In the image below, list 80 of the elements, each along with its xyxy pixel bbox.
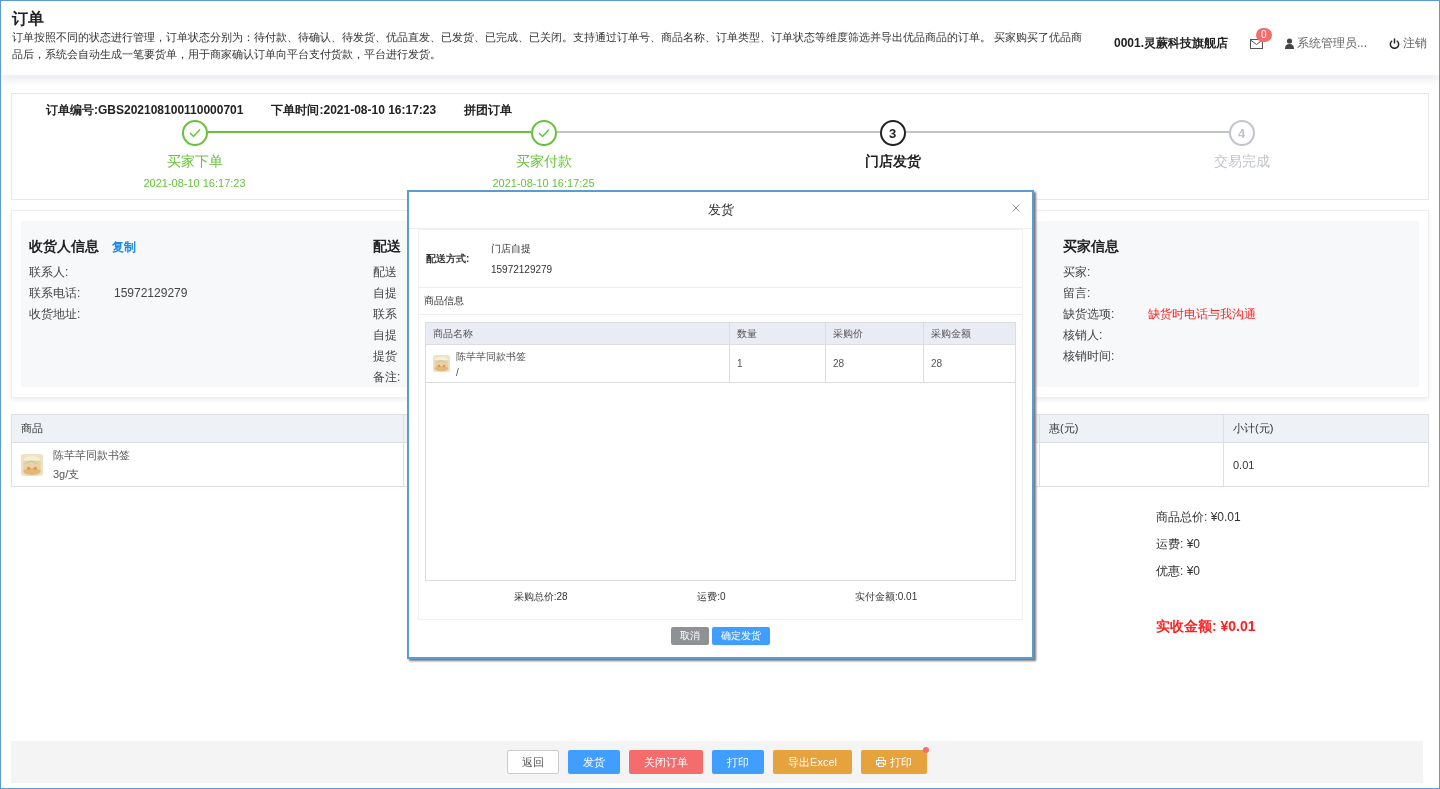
printer-icon bbox=[875, 757, 886, 767]
field-value: 门店自提 bbox=[491, 242, 532, 256]
action-button[interactable]: 发货 bbox=[568, 750, 621, 774]
step-marker: 4 bbox=[1228, 120, 1255, 146]
logout-link[interactable]: 注销 bbox=[1403, 35, 1427, 52]
table-cell: 28 bbox=[833, 358, 845, 369]
field-label: 联系 bbox=[373, 306, 397, 323]
column-header: 采购金额 bbox=[930, 326, 972, 341]
product-name: 陈芊芊同款书签 bbox=[456, 349, 526, 364]
total-line: 运费:0 bbox=[697, 590, 726, 604]
total-amount: 实收金额: ¥0.01 bbox=[1156, 618, 1256, 636]
column-header: 数量 bbox=[730, 323, 826, 344]
dialog-button[interactable]: 取消 bbox=[671, 627, 709, 645]
page-description: 订单按照不同的状态进行管理，订单状态分别为：待付款、待确认、待发货、优品直发、已发货、已完成、已关闭。支持通过订单号、商品名称、订单类型、订单状态等维度筛选并导出优品商品的订单。 买家购买了优品商品后，系统会自动生成一笔要货单，用于商家确认订单向平台支付货款，平台进行发货。 bbox=[12, 30, 1084, 62]
order-type: 拼团订单 bbox=[464, 102, 513, 119]
step-label: 交易完成 bbox=[1213, 153, 1270, 171]
dialog-title: 发货 bbox=[707, 201, 734, 219]
step-time: 2021-08-10 16:17:23 bbox=[143, 177, 246, 189]
total-line: 采购总价:28 bbox=[513, 590, 568, 604]
field-label: 配送方式: bbox=[426, 251, 471, 266]
column-header: 商品 bbox=[12, 415, 404, 442]
section-title: 收货人信息 bbox=[29, 238, 99, 256]
field-label: 自提 bbox=[373, 285, 397, 302]
field-label: 核销人: bbox=[1063, 327, 1103, 344]
order-time: 下单时间:2021-08-10 16:17:23 bbox=[271, 102, 437, 119]
field-label: 买家: bbox=[1063, 264, 1091, 281]
field-label: 提货 bbox=[373, 348, 397, 365]
order-number: 订单编号:GBS202108100110000701 bbox=[46, 102, 244, 119]
field-label: 配送 bbox=[373, 264, 397, 281]
column-header: 惠(元) bbox=[1040, 415, 1224, 442]
product-name: 陈芊芊同款书签 bbox=[53, 447, 130, 463]
field-label: 联系电话: bbox=[29, 285, 81, 302]
dialog-button[interactable]: 确定发货 bbox=[712, 627, 770, 645]
field-label: 收货地址: bbox=[29, 306, 81, 323]
product-spec: 3g/支 bbox=[53, 466, 81, 482]
section-title: 商品信息 bbox=[419, 288, 1022, 315]
section-title: 配送 bbox=[373, 238, 401, 256]
table-cell: 28 bbox=[931, 358, 943, 369]
field-label: 核销时间: bbox=[1063, 348, 1115, 365]
field-value: 15972129279 bbox=[114, 285, 188, 302]
page-title: 订单 bbox=[12, 9, 45, 29]
field-label: 留言: bbox=[1063, 285, 1091, 302]
step-marker: 3 bbox=[879, 120, 906, 146]
check-icon bbox=[537, 128, 550, 138]
field-label: 联系人: bbox=[29, 264, 69, 281]
mail-icon[interactable] bbox=[1250, 38, 1263, 49]
action-button[interactable]: 返回 bbox=[507, 750, 560, 774]
power-icon[interactable] bbox=[1389, 38, 1400, 49]
action-button[interactable]: 导出Excel bbox=[773, 750, 852, 774]
shop-name: 0001.灵蕨科技旗舰店 bbox=[1113, 35, 1228, 52]
field-label: 自提 bbox=[373, 327, 397, 344]
action-button[interactable]: 关闭订单 bbox=[629, 750, 704, 774]
summary-line: 优惠: ¥0 bbox=[1156, 563, 1200, 580]
check-icon bbox=[188, 128, 201, 138]
action-button[interactable]: 打印 bbox=[712, 750, 765, 774]
field-value: 缺货时电话与我沟通 bbox=[1148, 306, 1256, 323]
column-header: 商品名称 bbox=[426, 323, 730, 344]
field-label: 备注: bbox=[373, 369, 401, 386]
copy-link[interactable]: 复制 bbox=[112, 238, 136, 256]
column-header: 小计(元) bbox=[1232, 421, 1275, 436]
column-header: 采购价 bbox=[826, 323, 924, 344]
table-cell: 1 bbox=[737, 358, 743, 369]
step-time: 2021-08-10 16:17:25 bbox=[492, 177, 595, 189]
table-cell: 0.01 bbox=[1233, 458, 1255, 471]
step-label: 门店发货 bbox=[864, 153, 921, 171]
message-count: 0 bbox=[1256, 28, 1272, 42]
total-line: 实付金额:0.01 bbox=[855, 590, 918, 604]
action-button[interactable]: 打印 bbox=[860, 750, 927, 774]
product-spec: / bbox=[456, 366, 460, 378]
summary-line: 运费: ¥0 bbox=[1156, 536, 1200, 553]
summary-line: 商品总价: ¥0.01 bbox=[1156, 509, 1241, 526]
notification-dot bbox=[922, 747, 929, 753]
close-button[interactable] bbox=[1012, 204, 1020, 212]
user-name[interactable]: 系统管理员... bbox=[1297, 35, 1367, 52]
step-label: 买家下单 bbox=[166, 153, 223, 171]
field-label: 缺货选项: bbox=[1063, 306, 1115, 323]
field-value: 15972129279 bbox=[491, 264, 553, 275]
user-icon bbox=[1285, 38, 1294, 49]
step-label: 买家付款 bbox=[515, 153, 572, 171]
section-title: 买家信息 bbox=[1063, 238, 1119, 256]
